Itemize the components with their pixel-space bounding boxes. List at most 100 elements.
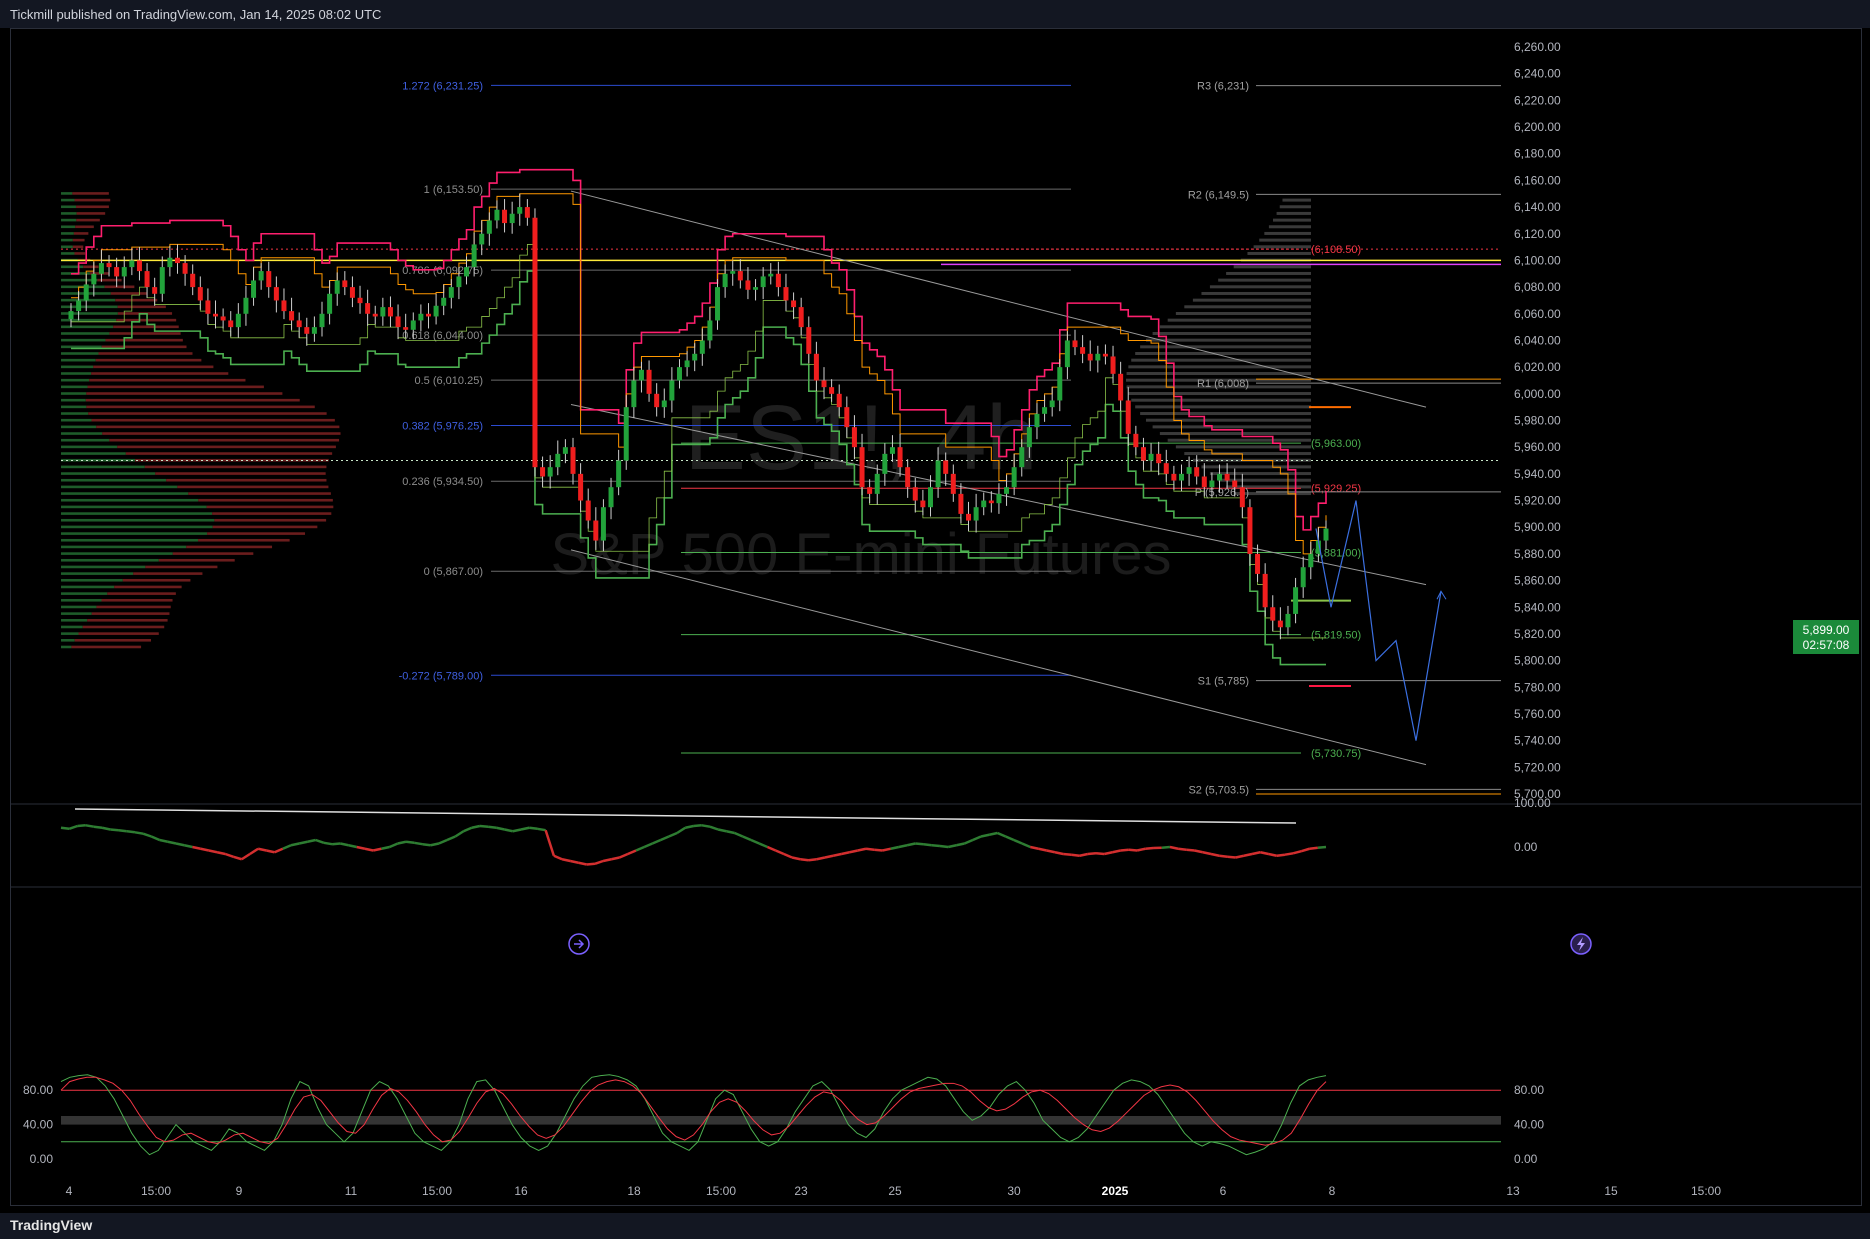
pivot-label: R2 (6,149.5)	[1188, 189, 1249, 201]
candle-down	[1140, 447, 1146, 461]
oscillator-segment	[372, 847, 382, 852]
candle-down	[950, 473, 956, 494]
volume-bar-up	[61, 532, 208, 535]
oscillator-segment	[693, 824, 702, 828]
candle-up	[1057, 367, 1063, 401]
fib-label: 0.786 (6,092.75)	[402, 265, 483, 277]
x-tick-label: 2025	[1102, 1184, 1129, 1198]
oscillator-segment	[898, 844, 908, 849]
volume-bar-up	[61, 372, 92, 375]
candle-up	[448, 287, 454, 298]
oscillator-segment	[1112, 849, 1121, 854]
y-tick-label: 5,800.00	[1514, 654, 1561, 668]
session-volume-bar	[1226, 271, 1311, 275]
oscillator-segment	[849, 849, 859, 854]
chart-canvas[interactable]: ES1!, 4h S&P 500 E-mini Futures 1.272 (6…	[11, 29, 1861, 1205]
oscillator-segment	[717, 828, 727, 833]
oscillator-segment	[1284, 852, 1294, 856]
volume-bar-up	[61, 425, 97, 429]
candle-down	[905, 467, 911, 488]
y-tick-label: 5,820.00	[1514, 627, 1561, 641]
candle-down	[114, 267, 120, 277]
candle-down	[372, 313, 378, 317]
candle-up	[722, 273, 728, 288]
volume-bar-up	[61, 452, 126, 455]
volume-bar-down	[212, 525, 318, 529]
oscillator-segment	[512, 828, 522, 833]
candle-down	[798, 307, 804, 328]
candle-up	[479, 233, 485, 245]
volume-bar-down	[75, 225, 94, 229]
oscillator-segment	[340, 842, 349, 847]
oscillator-segment	[939, 844, 949, 849]
price-badge-price: 5,899.00	[1803, 623, 1850, 637]
session-volume-bar	[1201, 291, 1311, 295]
candle-up	[1004, 487, 1010, 494]
candle-up	[889, 447, 895, 454]
volume-bar-down	[172, 552, 254, 555]
volume-bar-up	[61, 465, 145, 469]
oscillator-segment	[463, 826, 473, 833]
candle-up	[616, 460, 622, 488]
oscillator-segment	[1136, 847, 1146, 852]
stoch-tick-label: 40.00	[1514, 1118, 1544, 1132]
volume-bar-down	[87, 385, 264, 389]
stoch-tick-label-left: 0.00	[30, 1152, 54, 1166]
oscillator-segment	[60, 826, 70, 831]
y-tick-label: 5,860.00	[1514, 574, 1561, 588]
oscillator-segment	[956, 842, 965, 847]
x-tick-label: 8	[1329, 1184, 1336, 1198]
candle-up	[996, 493, 1002, 504]
oscillator-segment	[454, 830, 465, 838]
volume-bar-up	[61, 332, 110, 335]
replay-icon[interactable]	[568, 933, 590, 955]
oscillator-segment	[208, 849, 218, 854]
oscillator-segment	[570, 859, 579, 864]
oscillator-segment	[865, 847, 875, 852]
volume-bar-down	[206, 505, 334, 509]
oscillator-segment	[405, 840, 415, 845]
volume-bar-up	[61, 492, 189, 495]
price-axis: 6,260.00 6,240.00 6,220.00 6,200.00 6,180.00…	[1514, 40, 1561, 801]
y-tick-label: 5,780.00	[1514, 680, 1561, 694]
session-volume-bar	[1126, 372, 1311, 376]
x-tick-label: 13	[1506, 1184, 1520, 1198]
lightning-icon[interactable]	[1570, 933, 1592, 955]
x-tick-label: 15	[1604, 1184, 1618, 1198]
candle-down	[966, 513, 972, 521]
candle-down	[1102, 353, 1108, 357]
candle-up	[319, 313, 325, 328]
candle-up	[935, 460, 941, 488]
price-badge-countdown: 02:57:08	[1803, 638, 1850, 652]
tradingview-logo[interactable]: TradingView	[10, 1217, 92, 1233]
oscillator-segment	[290, 842, 300, 847]
oscillator-segment	[364, 847, 374, 852]
x-tick-label: 25	[888, 1184, 902, 1198]
volume-bar-up	[61, 378, 90, 382]
volume-bar-down	[109, 332, 181, 335]
volume-bar-up	[61, 438, 110, 442]
stochastic-panel: 80.00 80.00 40.00 40.00 0.00 0.00	[23, 1074, 1544, 1166]
oscillator-segment	[1030, 845, 1039, 850]
candle-down	[182, 263, 188, 274]
volume-bar-down	[89, 378, 246, 382]
volume-bar-down	[98, 352, 193, 355]
oscillator-segment	[110, 828, 119, 832]
oscillator-segment	[890, 845, 900, 850]
candle-down	[403, 327, 409, 330]
oscillator-segment	[167, 840, 177, 845]
volume-bar-down	[91, 612, 170, 615]
y-tick-label: 6,000.00	[1514, 387, 1561, 401]
y-tick-label: 5,740.00	[1514, 734, 1561, 748]
candle-up	[715, 287, 721, 321]
oscillator-segment	[553, 854, 563, 861]
candle-up	[311, 327, 317, 334]
candle-down	[570, 447, 576, 474]
oscillator-segment	[93, 825, 103, 829]
candle-up	[380, 307, 386, 317]
oscillator-segment	[249, 847, 259, 856]
chart-frame[interactable]: ES1!, 4h S&P 500 E-mini Futures 1.272 (6…	[10, 28, 1862, 1206]
volume-bar-down	[76, 212, 106, 215]
oscillator-segment	[496, 826, 505, 831]
oscillator-segment	[1243, 852, 1253, 857]
